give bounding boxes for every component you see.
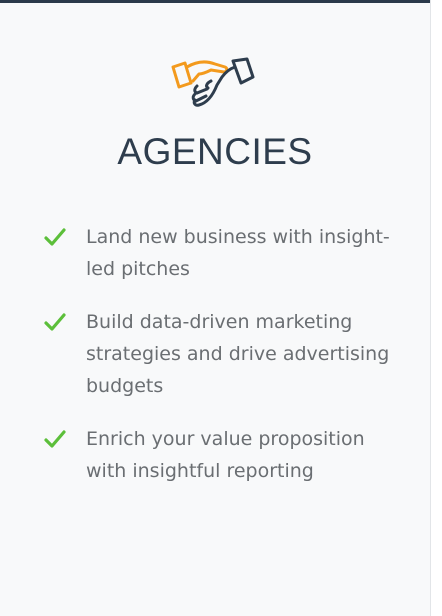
check-icon — [44, 228, 66, 246]
list-item: Enrich your value proposition with insig… — [40, 423, 400, 487]
feature-list: Land new business with insight-led pitch… — [40, 221, 400, 508]
feature-text: Land new business with insight-led pitch… — [86, 226, 390, 280]
list-item: Land new business with insight-led pitch… — [40, 221, 400, 285]
card-title: AGENCIES — [117, 131, 313, 172]
check-icon — [44, 313, 66, 331]
card-divider — [430, 0, 431, 616]
check-icon — [44, 430, 66, 448]
list-item: Build data-driven marketing strategies a… — [40, 306, 400, 402]
agencies-card: AGENCIES Land new business with insight-… — [0, 0, 430, 616]
handshake-icon — [167, 55, 259, 115]
feature-text: Build data-driven marketing strategies a… — [86, 311, 390, 397]
feature-text: Enrich your value proposition with insig… — [86, 428, 365, 482]
